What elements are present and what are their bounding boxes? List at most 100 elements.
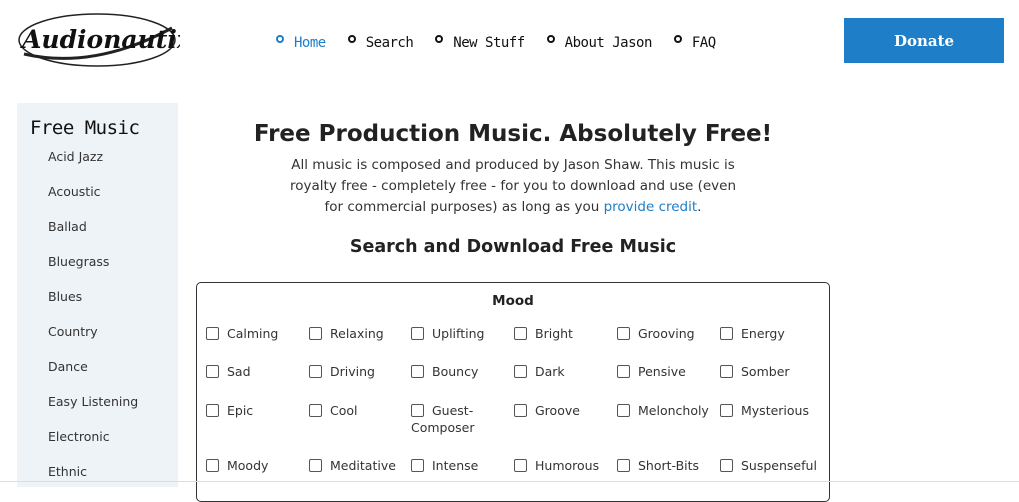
provide-credit-link[interactable]: provide credit [604,199,698,215]
mood-option-label: Calming [227,326,279,341]
bullet-icon [276,35,284,43]
genre-list: Acid Jazz Acoustic Ballad Bluegrass Blue… [48,149,138,499]
mood-option[interactable]: Driving [309,363,409,380]
mood-option-label: Suspenseful [741,458,817,473]
site-logo[interactable]: Audionautix [14,10,180,70]
checkbox[interactable] [411,404,424,417]
mood-option[interactable]: Mysterious [720,402,820,419]
page-title: Free Production Music. Absolutely Free! [253,121,773,147]
nav-faq-label: FAQ [691,35,716,51]
checkbox[interactable] [206,404,219,417]
sidebar-item-electronic[interactable]: Electronic [48,429,138,464]
mood-option[interactable]: Meloncholy [617,402,717,419]
donate-button[interactable]: Donate [844,18,1004,63]
mood-option-label: Epic [227,403,254,418]
mood-option-label: Grooving [638,326,695,341]
mood-option-label: Short-Bits [638,458,700,473]
mood-option[interactable]: Suspenseful [720,457,828,474]
intro-text: All music is composed and produced by Ja… [280,155,746,218]
mood-option[interactable]: Pensive [617,363,717,380]
bullet-icon [546,35,555,43]
logo-text: Audionautix [20,25,180,54]
mood-option[interactable]: Intense [411,457,511,474]
checkbox[interactable] [617,365,630,378]
mood-option[interactable]: Somber [720,363,820,380]
mood-option-label: Moody [227,458,269,473]
sidebar-item-country[interactable]: Country [48,324,138,359]
logo-graphic: Audionautix [18,13,180,67]
checkbox[interactable] [309,365,322,378]
mood-option[interactable]: Epic [206,402,306,419]
mood-option[interactable]: Grooving [617,325,717,342]
checkbox[interactable] [720,404,733,417]
mood-option-label: Sad [227,364,251,379]
mood-option-label: Relaxing [330,326,384,341]
sidebar-item-acid-jazz[interactable]: Acid Jazz [48,149,138,184]
checkbox[interactable] [309,327,322,340]
mood-option-label: Humorous [535,458,600,473]
mood-option[interactable]: Moody [206,457,306,474]
mood-option[interactable]: Bouncy [411,363,511,380]
mood-option-label: Energy [741,326,785,341]
sidebar-item-easy-listening[interactable]: Easy Listening [48,394,138,429]
bullet-icon [435,35,444,43]
mood-option-label: Mysterious [741,403,809,418]
mood-option[interactable]: Uplifting [411,325,511,342]
checkbox[interactable] [617,404,630,417]
checkbox[interactable] [720,365,733,378]
nav-faq[interactable]: FAQ [673,35,716,51]
checkbox[interactable] [309,459,322,472]
mood-option[interactable]: Bright [514,325,614,342]
nav-home[interactable]: Home [276,35,326,51]
bullet-icon [673,35,682,43]
nav-about-jason[interactable]: About Jason [546,35,653,51]
mood-option-label: Driving [330,364,375,379]
mood-option[interactable]: Cool [309,402,409,419]
checkbox[interactable] [309,404,322,417]
mood-option[interactable]: Short-Bits [617,457,717,474]
sidebar-item-ballad[interactable]: Ballad [48,219,138,254]
checkbox[interactable] [411,459,424,472]
checkbox[interactable] [720,327,733,340]
nav-search-label: Search [365,35,414,51]
checkbox[interactable] [514,459,527,472]
sidebar-title: Free Music [30,117,140,139]
nav-new-stuff[interactable]: New Stuff [435,35,525,51]
sidebar: Free Music Acid Jazz Acoustic Ballad Blu… [17,103,178,487]
search-title: Search and Download Free Music [349,237,677,257]
mood-filter-box: Mood Calming Relaxing Uplifting Bright G… [196,282,830,502]
mood-option[interactable]: Humorous [514,457,614,474]
mood-option-label: Bouncy [432,364,479,379]
mood-option-label: Somber [741,364,790,379]
mood-option-label: Pensive [638,364,686,379]
checkbox[interactable] [514,327,527,340]
checkbox[interactable] [411,327,424,340]
mood-option-label: Cool [330,403,358,418]
checkbox[interactable] [411,365,424,378]
mood-option[interactable]: Meditative [309,457,409,474]
checkbox[interactable] [720,459,733,472]
sidebar-item-bluegrass[interactable]: Bluegrass [48,254,138,289]
checkbox[interactable] [514,365,527,378]
mood-option[interactable]: Dark [514,363,614,380]
sidebar-item-acoustic[interactable]: Acoustic [48,184,138,219]
nav-about-jason-label: About Jason [564,35,653,51]
checkbox[interactable] [617,327,630,340]
nav-search[interactable]: Search [347,35,414,51]
checkbox[interactable] [206,327,219,340]
checkbox[interactable] [617,459,630,472]
checkbox[interactable] [206,459,219,472]
mood-option[interactable]: Guest-Composer [411,402,493,436]
sidebar-item-blues[interactable]: Blues [48,289,138,324]
mood-option[interactable]: Groove [514,402,614,419]
mood-option[interactable]: Energy [720,325,820,342]
mood-option[interactable]: Calming [206,325,306,342]
nav-new-stuff-label: New Stuff [453,35,525,51]
main-nav: Home Search New Stuff About Jason FAQ [276,33,738,53]
checkbox[interactable] [206,365,219,378]
checkbox[interactable] [514,404,527,417]
mood-option[interactable]: Sad [206,363,306,380]
mood-option[interactable]: Relaxing [309,325,409,342]
mood-option-label: Groove [535,403,580,418]
sidebar-item-dance[interactable]: Dance [48,359,138,394]
